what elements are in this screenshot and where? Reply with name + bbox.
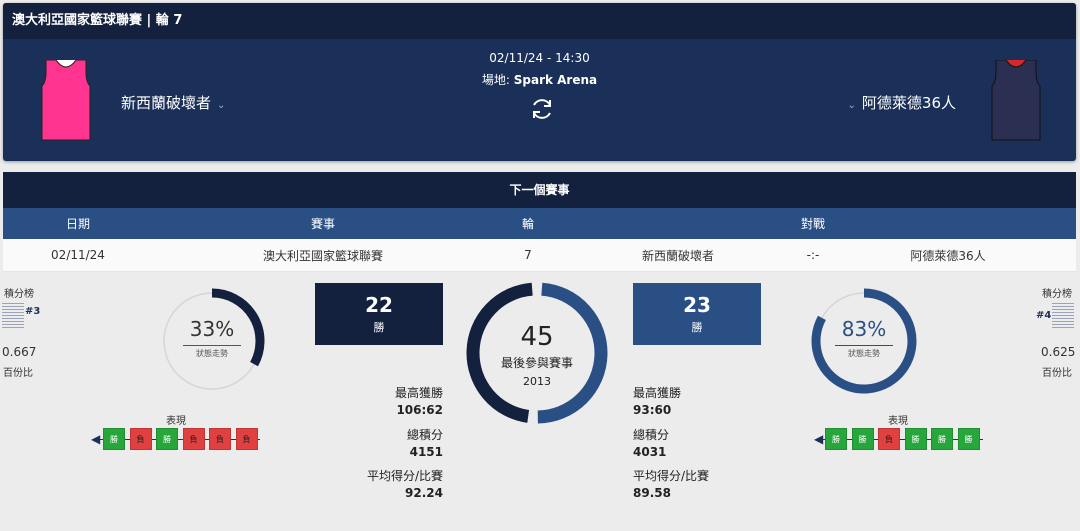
form-result: 勝: [851, 428, 874, 450]
away-form-donut-text: 83% 狀態走勢: [811, 317, 917, 360]
match-venue: 場地: Spark Arena: [3, 71, 1076, 88]
away-form-label: 表現: [888, 416, 908, 427]
home-wins: 22: [365, 293, 393, 317]
row-competition: 澳大利亞國家籃球聯賽: [262, 248, 383, 263]
away-rank-lines: [1052, 303, 1074, 333]
h2h-since: 2013: [523, 375, 551, 388]
form-result: 勝: [156, 428, 178, 450]
home-wins-block: 22 勝: [315, 283, 443, 345]
home-pct-label: 百份比: [3, 368, 33, 379]
next-match-header: 下一個賽事: [3, 172, 1076, 208]
venue-label: 場地:: [481, 73, 514, 87]
away-wins-block: 23 勝: [633, 283, 761, 345]
h2h-total-label: 最後參與賽事: [500, 356, 573, 370]
away-stat-value: 4031: [633, 445, 667, 459]
chevron-down-icon: ⌄: [217, 100, 226, 111]
col-round: 輪: [521, 217, 534, 231]
home-team-name: 新西蘭破壞者: [121, 94, 212, 112]
col-competition: 賽事: [310, 217, 335, 231]
home-rank: #3: [25, 306, 41, 317]
home-wins-label: 勝: [373, 321, 385, 334]
away-team-selector[interactable]: ⌄ 阿德萊德36人: [842, 92, 956, 113]
home-stat-label: 最高獲勝: [394, 386, 443, 400]
form-result: 負: [129, 428, 152, 450]
match-datetime: 02/11/24 - 14:30: [489, 51, 590, 65]
row-date: 02/11/24: [51, 248, 105, 262]
form-result: 負: [209, 428, 231, 450]
home-rank-lines: [2, 303, 24, 333]
row-away-team: 阿德萊德36人: [910, 248, 986, 263]
away-form-sub: 狀態走勢: [835, 345, 893, 359]
home-form-label: 表現: [166, 416, 186, 427]
away-form-pct: 83%: [841, 317, 887, 341]
away-stat-label: 總積分: [633, 428, 670, 442]
form-result: 負: [878, 428, 900, 450]
away-stat-value: 89.58: [633, 486, 671, 500]
home-stat-value: 92.24: [405, 486, 443, 500]
home-team-selector[interactable]: 新西蘭破壞者 ⌄: [121, 92, 231, 113]
swap-refresh-icon[interactable]: [529, 96, 555, 122]
away-pct-value: 0.625: [1041, 345, 1076, 359]
away-pct-label: 百份比: [1042, 368, 1072, 379]
col-date: 日期: [65, 217, 90, 231]
home-form-pct: 33%: [189, 317, 235, 341]
home-form-sub: 狀態走勢: [183, 345, 241, 359]
away-team-name: 阿德萊德36人: [861, 94, 956, 112]
match-info: 02/11/24 - 14:30 場地: Spark Arena: [3, 51, 1076, 88]
away-standings-label: 積分榜: [1042, 289, 1072, 300]
venue-value: Spark Arena: [513, 73, 598, 87]
home-stat-value: 106:62: [396, 403, 443, 417]
away-wins: 23: [683, 293, 711, 317]
match-header-card: 澳大利亞國家籃球聯賽 | 輪 7 新西蘭破壞者 ⌄ ⌄ 阿德萊德36人 02/11/…: [3, 3, 1076, 161]
form-result: 勝: [904, 428, 927, 450]
row-home-team: 新西蘭破壞者: [641, 248, 714, 263]
away-rank: #4: [1036, 310, 1052, 321]
page-title: 澳大利亞國家籃球聯賽 | 輪 7: [3, 3, 1076, 39]
form-result: 負: [182, 428, 205, 450]
home-form-donut-text: 33% 狀態走勢: [159, 317, 265, 360]
home-stat-value: 4151: [409, 445, 443, 459]
home-pct-value: 0.667: [2, 345, 37, 359]
form-result: 勝: [103, 428, 125, 450]
home-standings-label: 積分榜: [4, 289, 34, 300]
match-preview-page: 澳大利亞國家籃球聯賽 | 輪 7 新西蘭破壞者 ⌄ ⌄ 阿德萊德36人 02/11/…: [0, 0, 1080, 531]
form-result: 勝: [957, 428, 980, 450]
away-wins-label: 勝: [691, 321, 703, 334]
table-row[interactable]: 02/11/24 澳大利亞國家籃球聯賽 7 新西蘭破壞者 -:- 阿德萊德36人: [3, 239, 1076, 272]
home-stat-label: 總積分: [406, 428, 443, 442]
away-stat-label: 平均得分/比賽: [633, 469, 710, 483]
away-stat-value: 93:60: [633, 403, 672, 417]
form-result: 勝: [825, 428, 847, 450]
row-round: 7: [524, 248, 532, 262]
chevron-down-icon: ⌄: [847, 100, 856, 111]
away-stat-label: 最高獲勝: [633, 386, 682, 400]
row-score: -:-: [806, 248, 820, 262]
head-to-head-text: 45 最後參與賽事 2013: [465, 322, 609, 388]
col-matchup: 對戰: [800, 217, 825, 231]
form-result: 負: [235, 428, 258, 450]
next-match-table-head: 日期 賽事 輪 對戰: [3, 208, 1076, 239]
form-result: 勝: [931, 428, 953, 450]
home-stat-label: 平均得分/比賽: [366, 469, 443, 483]
h2h-total: 45: [520, 322, 554, 352]
